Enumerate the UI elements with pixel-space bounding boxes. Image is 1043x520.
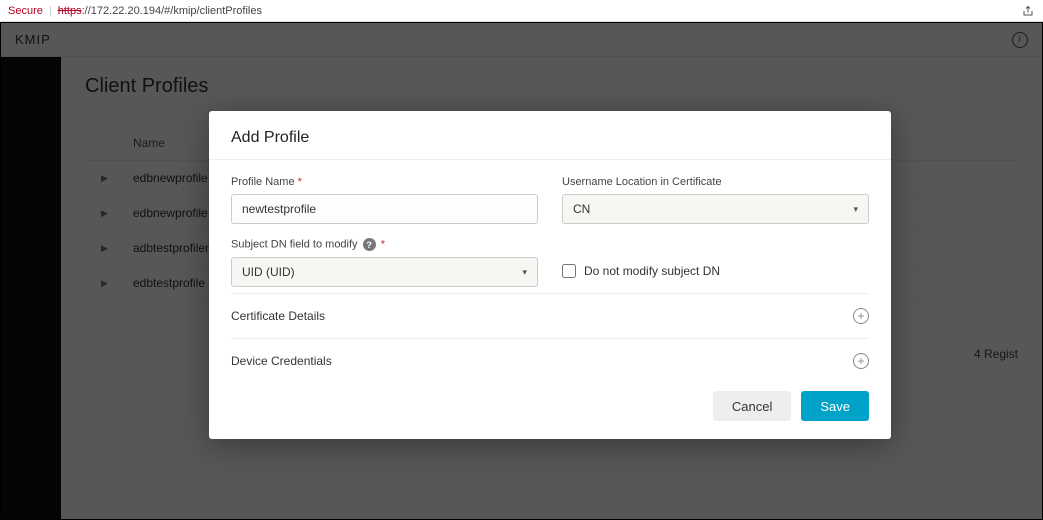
profile-name-field: Profile Name * newtestprofile [231,176,538,224]
profile-name-label: Profile Name * [231,176,538,188]
url-rest: ://172.22.20.194/#/kmip/clientProfiles [82,5,262,17]
subject-dn-field: Subject DN field to modify ? * UID (UID)… [231,238,538,287]
do-not-modify-row[interactable]: Do not modify subject DN [562,256,869,286]
save-button[interactable]: Save [801,391,869,421]
subject-dn-label: Subject DN field to modify ? * [231,238,538,251]
username-location-label: Username Location in Certificate [562,176,869,188]
secure-label: Secure [8,5,43,17]
add-profile-modal: Add Profile Profile Name * newtestprofil… [209,111,891,439]
url[interactable]: https://172.22.20.194/#/kmip/clientProfi… [58,5,262,17]
url-protocol: https [58,5,82,17]
divider [209,159,891,160]
plus-icon[interactable]: + [853,308,869,324]
modal-overlay: Add Profile Profile Name * newtestprofil… [1,23,1042,519]
do-not-modify-checkbox[interactable] [562,264,576,278]
username-location-field: Username Location in Certificate CN ▾ [562,176,869,224]
plus-icon[interactable]: + [853,353,869,369]
help-icon[interactable]: ? [363,238,376,251]
cancel-button[interactable]: Cancel [713,391,791,421]
subject-dn-select[interactable]: UID (UID) ▾ [231,257,538,287]
profile-name-input[interactable]: newtestprofile [231,194,538,224]
modal-title: Add Profile [231,129,869,147]
do-not-modify-label: Do not modify subject DN [584,264,720,278]
device-credentials-row[interactable]: Device Credentials + [231,338,869,383]
device-credentials-label: Device Credentials [231,354,332,368]
share-icon[interactable] [1021,4,1035,18]
url-divider: | [49,5,52,17]
chevron-down-icon: ▾ [853,204,858,215]
certificate-details-label: Certificate Details [231,309,325,323]
browser-address-bar: Secure | https://172.22.20.194/#/kmip/cl… [0,0,1043,22]
username-location-select[interactable]: CN ▾ [562,194,869,224]
certificate-details-row[interactable]: Certificate Details + [231,293,869,338]
chevron-down-icon: ▾ [522,267,527,278]
